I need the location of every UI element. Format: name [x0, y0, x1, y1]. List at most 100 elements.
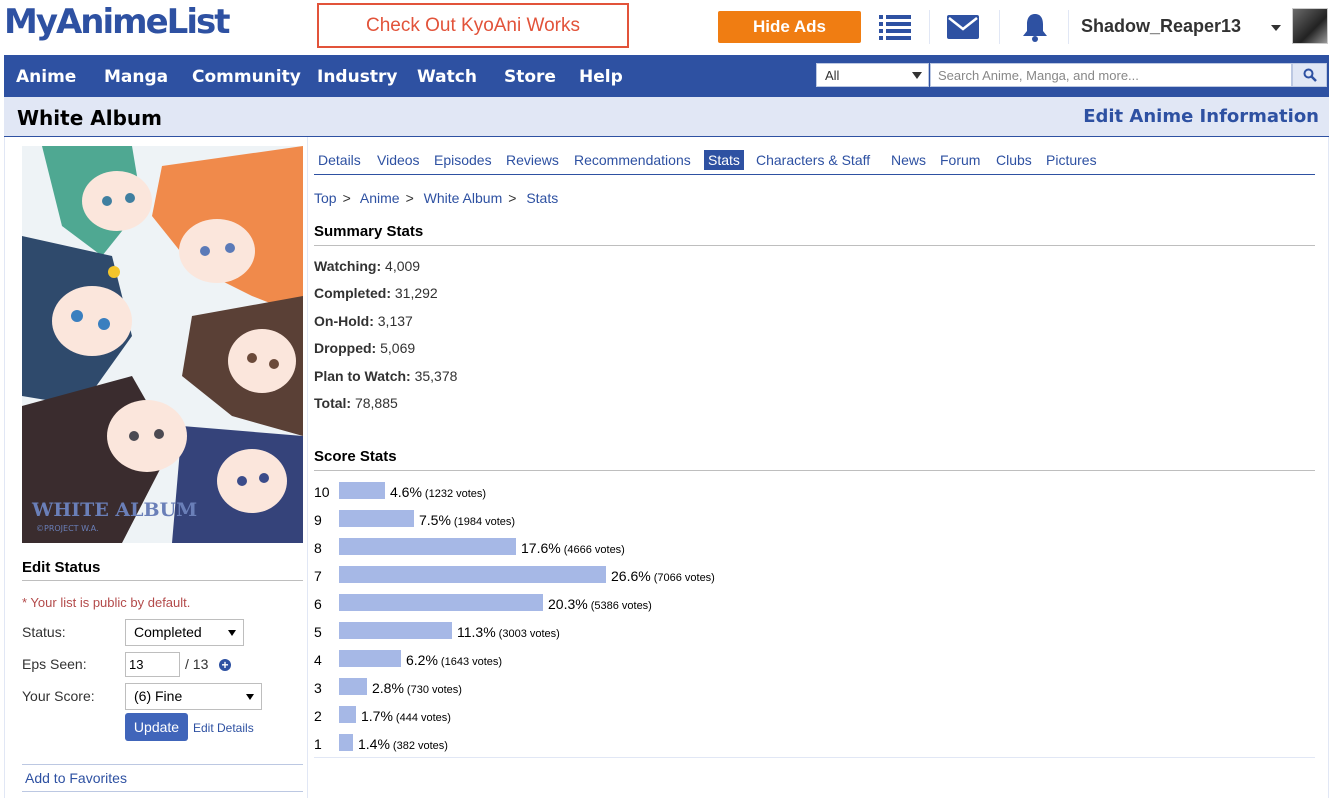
score-percent: 17.6%	[521, 540, 561, 556]
tab-forum[interactable]: Forum	[936, 150, 984, 170]
score-select-value: (6) Fine	[134, 688, 183, 704]
nav-community[interactable]: Community	[192, 67, 301, 87]
score-stats-title: Score Stats	[314, 448, 397, 465]
summary-label: Total:	[314, 395, 352, 411]
score-value: 6	[314, 596, 322, 612]
score-row: 8 17.6% (4666 votes)	[314, 537, 914, 559]
title-bar: White Album Edit Anime Information	[4, 97, 1329, 137]
score-votes: (1643 votes)	[440, 656, 503, 668]
score-bar	[339, 594, 543, 611]
summary-label: On-Hold:	[314, 313, 374, 329]
score-percent-label: 7.5% (1984 votes)	[419, 512, 515, 528]
header-divider	[929, 10, 930, 44]
summary-row-plan-to-watch: Plan to Watch: 35,378	[314, 368, 457, 384]
search-category-select[interactable]: All	[816, 63, 929, 87]
anime-cover-image[interactable]: WHITE ALBUM ©PROJECT W.A.	[22, 146, 303, 543]
summary-row-completed: Completed: 31,292	[314, 285, 438, 301]
increment-episode-icon[interactable]: +	[219, 659, 231, 671]
left-column-divider	[307, 137, 308, 798]
edit-anime-info-link[interactable]: Edit Anime Information	[1083, 106, 1319, 127]
breadcrumb-top[interactable]: Top	[314, 190, 337, 206]
eps-seen-input[interactable]: 13	[125, 652, 180, 677]
score-percent: 26.6%	[611, 568, 651, 584]
tab-characters-staff[interactable]: Characters & Staff	[752, 150, 874, 170]
divider	[22, 791, 303, 792]
score-percent-label: 17.6% (4666 votes)	[521, 540, 625, 556]
summary-row-watching: Watching: 4,009	[314, 258, 420, 274]
score-value: 3	[314, 680, 322, 696]
score-bar	[339, 510, 414, 527]
score-votes: (3003 votes)	[498, 628, 560, 640]
score-votes: (4666 votes)	[563, 544, 625, 556]
header-divider	[1068, 10, 1069, 44]
update-button[interactable]: Update	[125, 713, 188, 741]
search-button[interactable]	[1292, 63, 1327, 87]
summary-value: 31,292	[394, 285, 438, 301]
score-percent-label: 2.8% (730 votes)	[372, 680, 462, 696]
search-category-value: All	[825, 68, 840, 83]
breadcrumb-white-album[interactable]: White Album	[424, 190, 503, 206]
score-percent-label: 1.4% (382 votes)	[358, 736, 448, 752]
score-value: 8	[314, 540, 322, 556]
list-icon[interactable]	[878, 10, 912, 44]
tab-videos[interactable]: Videos	[373, 150, 424, 170]
score-votes: (1232 votes)	[424, 488, 487, 500]
chevron-down-icon	[228, 630, 236, 636]
tab-episodes[interactable]: Episodes	[430, 150, 496, 170]
search-input[interactable]: Search Anime, Manga, and more...	[930, 63, 1292, 87]
score-row: 3 2.8% (730 votes)	[314, 677, 914, 699]
score-votes: (444 votes)	[395, 712, 451, 724]
score-percent-label: 20.3% (5386 votes)	[548, 596, 652, 612]
score-percent: 20.3%	[548, 596, 588, 612]
score-votes: (382 votes)	[392, 740, 448, 752]
edit-details-link[interactable]: Edit Details	[193, 721, 254, 735]
status-select[interactable]: Completed	[125, 619, 244, 646]
nav-industry[interactable]: Industry	[317, 67, 397, 87]
score-row: 9 7.5% (1984 votes)	[314, 509, 914, 531]
breadcrumb-stats[interactable]: Stats	[526, 190, 558, 206]
tab-clubs[interactable]: Clubs	[992, 150, 1036, 170]
cover-copyright: ©PROJECT W.A.	[36, 524, 99, 533]
chevron-down-icon[interactable]	[1271, 25, 1281, 31]
score-value: 9	[314, 512, 322, 528]
nav-anime[interactable]: Anime	[16, 67, 76, 87]
avatar[interactable]	[1292, 8, 1328, 44]
tab-details[interactable]: Details	[314, 150, 365, 170]
score-select[interactable]: (6) Fine	[125, 683, 262, 710]
nav-help[interactable]: Help	[579, 67, 623, 87]
score-bar	[339, 678, 367, 695]
header-divider	[999, 10, 1000, 44]
public-list-note: * Your list is public by default.	[22, 595, 191, 610]
score-votes: (5386 votes)	[590, 600, 652, 612]
nav-store[interactable]: Store	[504, 67, 556, 87]
score-bar	[339, 622, 452, 639]
tab-stats[interactable]: Stats	[704, 150, 744, 170]
score-votes: (1984 votes)	[453, 516, 516, 528]
eps-total: / 13	[185, 656, 209, 672]
mail-icon[interactable]	[946, 10, 980, 44]
main-nav: Anime Manga Community Industry Watch Sto…	[4, 55, 1329, 97]
score-percent: 1.4%	[358, 736, 390, 752]
tab-pictures[interactable]: Pictures	[1042, 150, 1101, 170]
username[interactable]: Shadow_Reaper13	[1081, 16, 1241, 37]
breadcrumb-anime[interactable]: Anime	[360, 190, 400, 206]
bell-icon[interactable]	[1018, 10, 1052, 44]
add-to-favorites-link[interactable]: Add to Favorites	[25, 770, 127, 786]
your-score-label: Your Score:	[22, 688, 95, 704]
divider	[314, 245, 1315, 246]
nav-manga[interactable]: Manga	[104, 67, 168, 87]
search-icon	[1303, 68, 1317, 82]
hide-ads-button[interactable]: Hide Ads	[718, 11, 861, 43]
score-bar	[339, 706, 356, 723]
nav-watch[interactable]: Watch	[417, 67, 477, 87]
score-percent-label: 6.2% (1643 votes)	[406, 652, 502, 668]
promo-banner[interactable]: Check Out KyoAni Works	[317, 3, 629, 48]
score-bar	[339, 538, 516, 555]
tab-news[interactable]: News	[887, 150, 930, 170]
tab-recommendations[interactable]: Recommendations	[570, 150, 695, 170]
breadcrumb-separator: >	[508, 190, 517, 206]
site-logo[interactable]: MyAnimeList	[4, 2, 230, 42]
score-percent: 6.2%	[406, 652, 438, 668]
score-percent: 4.6%	[390, 484, 422, 500]
tab-reviews[interactable]: Reviews	[502, 150, 563, 170]
